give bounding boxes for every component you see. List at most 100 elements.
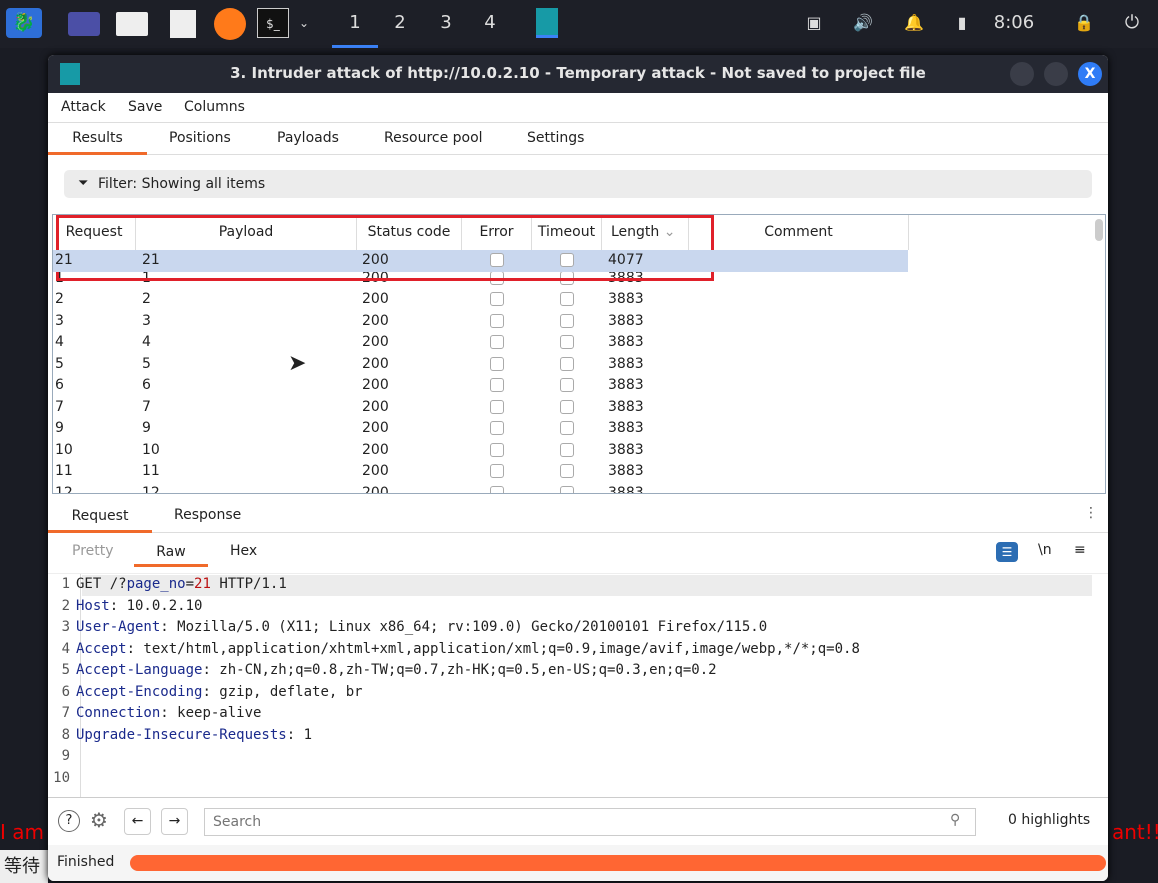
maximize-button[interactable] bbox=[1044, 62, 1068, 86]
editor-menu-icon[interactable]: ≡ bbox=[1074, 542, 1086, 558]
table-row[interactable]: 9 9 200 3883 bbox=[53, 418, 908, 440]
bell-icon[interactable]: 🔔 bbox=[902, 8, 926, 38]
tab-results[interactable]: Results bbox=[48, 123, 147, 155]
table-row[interactable]: 12 12 200 3883 bbox=[53, 482, 908, 493]
more-options-icon[interactable]: ⋮ bbox=[1084, 505, 1098, 521]
firefox-icon[interactable] bbox=[214, 8, 246, 40]
status-label: Finished bbox=[57, 854, 115, 870]
burp-logo-icon bbox=[60, 63, 80, 85]
text-editor-icon[interactable] bbox=[170, 10, 196, 38]
cell-length: 3883 bbox=[608, 398, 644, 415]
tab-request[interactable]: Request bbox=[48, 500, 152, 533]
cell-status-code: 200 bbox=[362, 252, 389, 268]
workspace-icon[interactable] bbox=[68, 12, 100, 36]
tab-payloads[interactable]: Payloads bbox=[277, 130, 339, 146]
tab-hex[interactable]: Hex bbox=[230, 543, 257, 559]
lock-icon[interactable]: 🔒 bbox=[1072, 8, 1096, 38]
code-token: Accept-Language bbox=[76, 662, 203, 678]
code-line: 2 Host: 10.0.2.10 bbox=[48, 596, 203, 618]
kali-menu-icon[interactable]: 🐉 bbox=[6, 8, 42, 38]
timeout-checkbox bbox=[560, 421, 574, 435]
tab-raw[interactable]: Raw bbox=[134, 537, 208, 567]
cell-request: 9 bbox=[55, 420, 64, 436]
error-checkbox bbox=[490, 313, 504, 328]
error-checkbox bbox=[490, 253, 504, 267]
tab-resource-pool[interactable]: Resource pool bbox=[384, 130, 483, 146]
error-checkbox bbox=[490, 485, 504, 493]
tab-settings[interactable]: Settings bbox=[527, 130, 584, 146]
menu-columns[interactable]: Columns bbox=[184, 99, 245, 115]
timeout-checkbox bbox=[560, 399, 574, 414]
cell-payload: 7 bbox=[142, 398, 151, 415]
error-checkbox bbox=[490, 399, 504, 414]
minimize-button[interactable] bbox=[1010, 62, 1034, 86]
cell-request: 21 bbox=[55, 252, 73, 268]
volume-icon[interactable]: 🔊 bbox=[850, 8, 876, 38]
menu-attack[interactable]: Attack bbox=[61, 99, 106, 115]
cell-request: 11 bbox=[55, 463, 73, 479]
cell-request: 3 bbox=[55, 312, 64, 329]
clock[interactable]: 8:06 bbox=[988, 8, 1040, 38]
tab-response[interactable]: Response bbox=[174, 507, 241, 523]
next-arrow-button[interactable]: → bbox=[161, 808, 188, 835]
error-checkbox bbox=[490, 464, 504, 478]
cell-request: 7 bbox=[55, 398, 64, 415]
settings-gear-icon[interactable]: ⚙ bbox=[90, 808, 108, 832]
workspace-2[interactable]: 2 bbox=[388, 8, 412, 38]
battery-icon[interactable]: ▮ bbox=[952, 8, 972, 38]
column-comment[interactable]: Comment bbox=[689, 215, 909, 250]
code-line: 7 Connection: keep-alive bbox=[48, 703, 262, 725]
search-input[interactable] bbox=[204, 808, 976, 836]
burp-task-icon[interactable] bbox=[536, 8, 558, 38]
code-token: : 1 bbox=[286, 726, 313, 743]
highlights-count: 0 highlights bbox=[1008, 812, 1091, 828]
table-row[interactable]: 6 6 200 3883 bbox=[53, 375, 908, 397]
table-row[interactable]: 21 21 200 4077 bbox=[53, 250, 908, 272]
request-editor[interactable]: 1 GET /?page_no=21 HTTP/1.1 2 Host: 10.0.2.… bbox=[48, 573, 1108, 798]
cell-length: 3883 bbox=[608, 334, 644, 350]
table-row[interactable]: 11 11 200 3883 bbox=[53, 461, 908, 483]
logout-icon[interactable]: ⏻ bbox=[1120, 8, 1144, 38]
tab-pretty[interactable]: Pretty bbox=[72, 543, 114, 559]
workspace-4[interactable]: 4 bbox=[478, 8, 502, 38]
timeout-checkbox bbox=[560, 356, 574, 371]
error-checkbox bbox=[490, 356, 504, 371]
code-line: 6 Accept-Encoding: gzip, deflate, br bbox=[48, 682, 363, 704]
menu-bar: Attack Save Columns bbox=[48, 93, 1108, 123]
filter-bar[interactable]: ⏷ Filter: Showing all items bbox=[64, 170, 1092, 198]
chevron-down-icon[interactable]: ⌄ bbox=[294, 8, 314, 38]
table-row[interactable]: 7 7 200 3883 bbox=[53, 396, 908, 418]
cell-length: 4077 bbox=[608, 252, 644, 268]
newline-toggle[interactable]: \n bbox=[1038, 542, 1052, 558]
table-row[interactable]: 3 3 200 3883 bbox=[53, 310, 908, 332]
previous-arrow-button[interactable]: ← bbox=[124, 808, 151, 835]
filter-text: Filter: Showing all items bbox=[98, 176, 266, 192]
search-bar: ? ⚙ ← → ⚲ 0 highlights bbox=[48, 797, 1108, 845]
table-row[interactable]: 4 4 200 3883 bbox=[53, 332, 908, 354]
code-line: 10 bbox=[48, 768, 76, 790]
code-token: User-Agent bbox=[76, 619, 161, 635]
cell-payload: 11 bbox=[142, 463, 160, 479]
error-checkbox bbox=[490, 292, 504, 306]
cell-payload: 5 bbox=[142, 355, 151, 372]
cell-request: 10 bbox=[55, 441, 73, 458]
line-number: 2 bbox=[61, 597, 70, 614]
menu-save[interactable]: Save bbox=[128, 99, 162, 115]
word-wrap-icon[interactable]: ☰ bbox=[996, 542, 1018, 562]
table-row[interactable]: 2 2 200 3883 bbox=[53, 289, 908, 311]
network-icon[interactable]: ▣ bbox=[802, 8, 826, 38]
table-row[interactable]: 5 5 200 3883 bbox=[53, 353, 908, 375]
filter-icon: ⏷ bbox=[78, 176, 89, 191]
workspace-3[interactable]: 3 bbox=[434, 8, 458, 38]
progress-fill bbox=[130, 855, 1106, 871]
table-row[interactable]: 10 10 200 3883 bbox=[53, 439, 908, 461]
close-button[interactable]: X bbox=[1078, 62, 1102, 86]
table-scrollbar[interactable] bbox=[1095, 219, 1103, 241]
timeout-checkbox bbox=[560, 335, 574, 349]
workspace-1[interactable]: 1 bbox=[332, 8, 378, 48]
terminal-icon[interactable]: $_ bbox=[257, 8, 289, 38]
file-manager-icon[interactable] bbox=[116, 12, 148, 36]
timeout-checkbox bbox=[560, 485, 574, 493]
tab-positions[interactable]: Positions bbox=[169, 130, 231, 146]
help-icon[interactable]: ? bbox=[58, 810, 80, 832]
